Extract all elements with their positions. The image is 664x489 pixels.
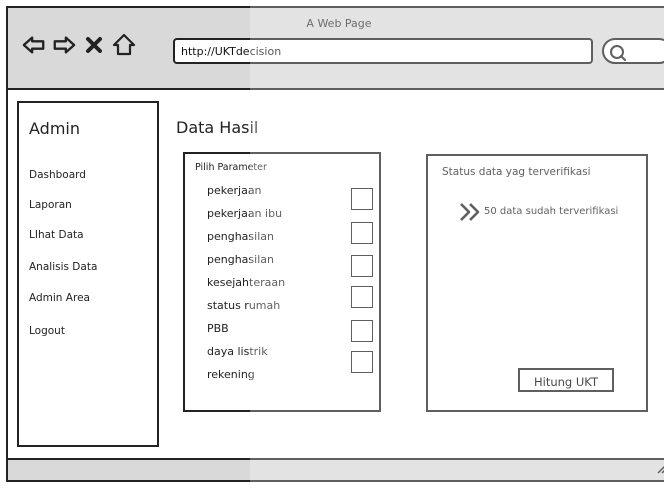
page-title: Data Hasil — [176, 118, 259, 137]
hitung-ukt-button[interactable]: Hitung UKT — [518, 368, 614, 392]
sidebar-item-logout[interactable]: Logout — [29, 325, 65, 337]
address-bar[interactable]: http://UKTdecision — [173, 38, 593, 64]
sidebar-item-lihat-data[interactable]: LIhat Data — [29, 229, 84, 241]
verification-status-panel: Status data yag terverifikasi 50 data su… — [426, 154, 648, 412]
sidebar-item-laporan[interactable]: Laporan — [29, 199, 72, 211]
parameter-checkbox[interactable] — [351, 286, 373, 308]
status-bar — [8, 458, 664, 480]
double-chevron-right-icon — [458, 202, 482, 226]
parameter-label: kesejahteraan — [207, 276, 286, 289]
status-heading: Status data yag terverifikasi — [442, 166, 591, 178]
parameter-label: pekerjaan — [207, 184, 262, 197]
status-message: 50 data sudah terverifikasi — [484, 206, 619, 217]
parameter-panel: Pilih Parameter pekerjaan pekerjaan ibu … — [183, 152, 381, 412]
home-icon[interactable] — [112, 33, 136, 57]
parameter-label: penghasilan — [207, 230, 274, 243]
sidebar-title: Admin — [29, 119, 80, 138]
search-icon — [610, 45, 626, 61]
search-field[interactable] — [602, 38, 664, 64]
browser-toolbar: A Web Page http://UKTdecision — [8, 8, 664, 90]
browser-window: A Web Page http://UKTdecision Admin Dash… — [6, 6, 664, 482]
parameter-label: pekerjaan ibu — [207, 207, 283, 220]
parameter-checkbox[interactable] — [351, 222, 373, 244]
parameter-label: rekening — [207, 368, 255, 381]
forward-arrow-icon[interactable] — [52, 33, 76, 57]
close-x-icon[interactable] — [82, 33, 106, 57]
parameter-label: status rumah — [207, 299, 281, 312]
parameter-checkbox[interactable] — [351, 188, 373, 210]
sidebar-item-analisis-data[interactable]: Analisis Data — [29, 261, 97, 273]
parameter-label: penghasilan — [207, 253, 274, 266]
sidebar-item-admin-area[interactable]: Admin Area — [29, 292, 90, 304]
back-arrow-icon[interactable] — [22, 33, 46, 57]
parameter-label: PBB — [207, 322, 229, 335]
parameter-checkbox[interactable] — [351, 351, 373, 373]
parameter-checkbox[interactable] — [351, 320, 373, 342]
sidebar: Admin Dashboard Laporan LIhat Data Anali… — [17, 101, 159, 447]
resize-grip-icon[interactable] — [654, 459, 664, 478]
parameter-label: daya listrik — [207, 345, 268, 358]
parameter-heading: Pilih Parameter — [195, 162, 267, 173]
window-title: A Web Page — [306, 17, 372, 30]
parameter-checkbox[interactable] — [351, 255, 373, 277]
nav-buttons — [22, 33, 136, 57]
sidebar-item-dashboard[interactable]: Dashboard — [29, 169, 86, 181]
